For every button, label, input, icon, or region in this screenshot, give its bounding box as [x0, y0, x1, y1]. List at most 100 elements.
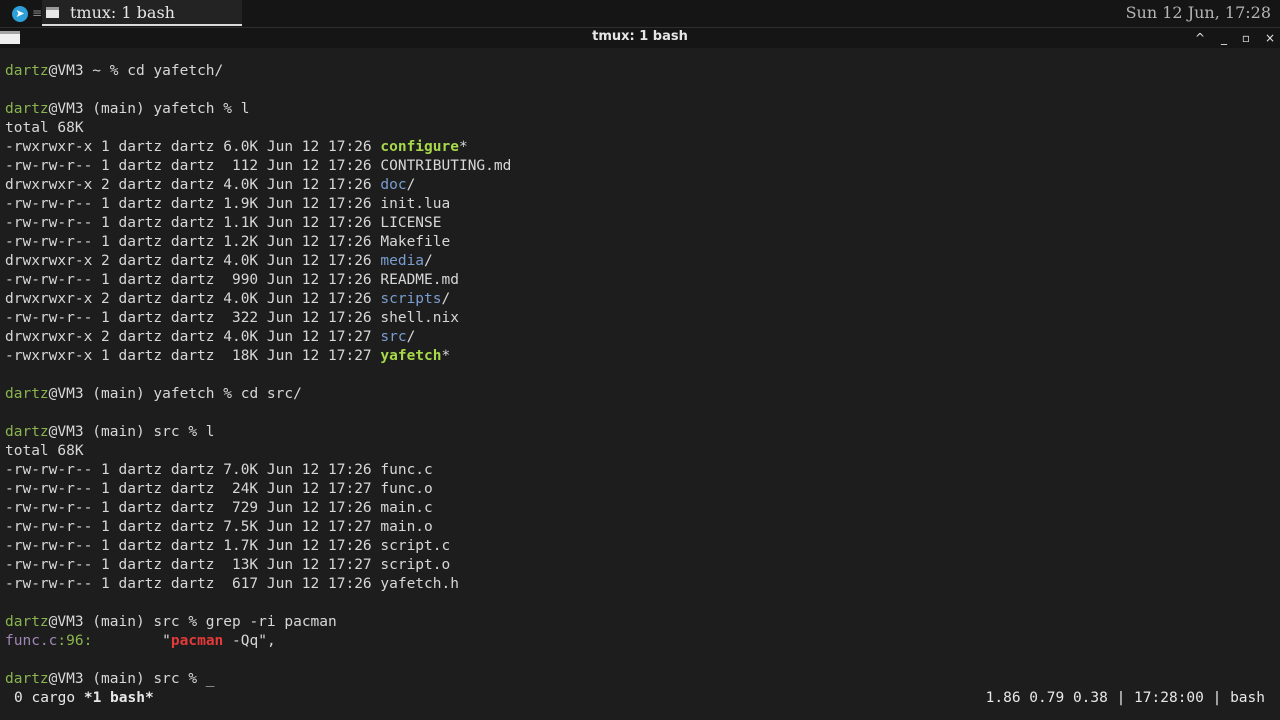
- executable-name: configure: [380, 139, 459, 155]
- directory-name: scripts: [380, 291, 442, 307]
- prompt-user: dartz: [5, 614, 49, 630]
- file-name: main.c: [380, 500, 433, 516]
- command-text: cd yafetch/: [127, 63, 224, 79]
- file-name: func.c: [380, 462, 433, 478]
- file-name: main.o: [380, 519, 433, 535]
- prompt-host: @VM3 (main) src %: [48, 424, 206, 440]
- file-meta: -rw-rw-r-- 1 dartz dartz 13K Jun 12 17:2…: [5, 557, 381, 573]
- terminal-cursor: _: [205, 671, 215, 687]
- file-meta: -rw-rw-r-- 1 dartz dartz 729 Jun 12 17:2…: [5, 500, 381, 516]
- grep-padding: [92, 633, 162, 649]
- menu-icon[interactable]: ≡: [32, 6, 42, 20]
- file-meta: -rw-rw-r-- 1 dartz dartz 322 Jun 12 17:2…: [5, 310, 381, 326]
- prompt-host: @VM3 (main) yafetch %: [48, 101, 241, 117]
- file-name: LICENSE: [380, 215, 442, 231]
- listing-row: -rw-rw-r-- 1 dartz dartz 322 Jun 12 17:2…: [5, 309, 1275, 328]
- tmux-window-active[interactable]: *1 bash*: [84, 690, 154, 706]
- maximize-button[interactable]: ▫: [1235, 28, 1257, 48]
- prompt-user: dartz: [5, 101, 49, 117]
- file-meta: -rwxrwxr-x 1 dartz dartz 6.0K Jun 12 17:…: [5, 139, 381, 155]
- prompt-user: dartz: [5, 424, 49, 440]
- file-name: yafetch.h: [380, 576, 459, 592]
- directory-name: doc: [380, 177, 407, 193]
- listing-row: -rw-rw-r-- 1 dartz dartz 112 Jun 12 17:2…: [5, 157, 1275, 176]
- listing-row: -rw-rw-r-- 1 dartz dartz 1.7K Jun 12 17:…: [5, 537, 1275, 556]
- listing-row: drwxrwxr-x 2 dartz dartz 4.0K Jun 12 17:…: [5, 290, 1275, 309]
- minimize-button[interactable]: _: [1213, 28, 1235, 48]
- listing-row: -rw-rw-r-- 1 dartz dartz 1.9K Jun 12 17:…: [5, 195, 1275, 214]
- file-meta: drwxrwxr-x 2 dartz dartz 4.0K Jun 12 17:…: [5, 177, 381, 193]
- listing-row: drwxrwxr-x 2 dartz dartz 4.0K Jun 12 17:…: [5, 252, 1275, 271]
- listing-row: -rw-rw-r-- 1 dartz dartz 7.5K Jun 12 17:…: [5, 518, 1275, 537]
- file-suffix: /: [424, 253, 433, 269]
- file-name: init.lua: [380, 196, 451, 212]
- file-name: script.o: [380, 557, 451, 573]
- grep-text-before: ": [162, 633, 171, 649]
- file-name: CONTRIBUTING.md: [380, 158, 512, 174]
- file-name: shell.nix: [380, 310, 459, 326]
- grep-match: pacman: [170, 633, 224, 649]
- directory-listing: -rw-rw-r-- 1 dartz dartz 7.0K Jun 12 17:…: [5, 461, 1275, 594]
- directory-listing: -rwxrwxr-x 1 dartz dartz 6.0K Jun 12 17:…: [5, 138, 1275, 366]
- prompt-host: @VM3 ~ %: [48, 63, 128, 79]
- file-suffix: /: [406, 329, 416, 345]
- listing-row: -rw-rw-r-- 1 dartz dartz 7.0K Jun 12 17:…: [5, 461, 1275, 480]
- prompt-line: dartz@VM3 (main) yafetch % cd src/: [5, 385, 1275, 404]
- listing-row: drwxrwxr-x 2 dartz dartz 4.0K Jun 12 17:…: [5, 328, 1275, 347]
- shade-button[interactable]: ^: [1189, 28, 1211, 48]
- listing-row: -rw-rw-r-- 1 dartz dartz 24K Jun 12 17:2…: [5, 480, 1275, 499]
- file-meta: -rw-rw-r-- 1 dartz dartz 1.1K Jun 12 17:…: [5, 215, 381, 231]
- desktop-panel: ➤ ≡ tmux: 1 bash Sun 12 Jun, 17:28: [0, 0, 1280, 27]
- total-line: total 68K: [5, 120, 84, 136]
- app-launcher-icon[interactable]: ➤: [12, 6, 28, 22]
- listing-row: -rw-rw-r-- 1 dartz dartz 990 Jun 12 17:2…: [5, 271, 1275, 290]
- panel-clock[interactable]: Sun 12 Jun, 17:28: [1126, 3, 1271, 22]
- file-suffix: *: [458, 139, 468, 155]
- taskbar-item-label: tmux: 1 bash: [70, 3, 175, 22]
- command-text: l: [240, 101, 250, 117]
- file-name: script.c: [380, 538, 451, 554]
- listing-row: -rwxrwxr-x 1 dartz dartz 6.0K Jun 12 17:…: [5, 138, 1275, 157]
- terminal-output[interactable]: dartz@VM3 ~ % cd yafetch/ dartz@VM3 (mai…: [5, 62, 1275, 689]
- tmux-window-list: 0 cargo *1 bash*: [14, 688, 154, 708]
- listing-row: -rw-rw-r-- 1 dartz dartz 729 Jun 12 17:2…: [5, 499, 1275, 518]
- command-text: grep -ri pacman: [205, 614, 337, 630]
- grep-file-name: func.c: [5, 633, 58, 649]
- file-meta: -rw-rw-r-- 1 dartz dartz 7.5K Jun 12 17:…: [5, 519, 381, 535]
- listing-row: -rwxrwxr-x 1 dartz dartz 18K Jun 12 17:2…: [5, 347, 1275, 366]
- prompt-user: dartz: [5, 671, 49, 687]
- listing-row: drwxrwxr-x 2 dartz dartz 4.0K Jun 12 17:…: [5, 176, 1275, 195]
- command-text: cd src/: [240, 386, 302, 402]
- grep-line-number: 96: [66, 633, 84, 649]
- grep-text-after: -Qq",: [223, 633, 276, 649]
- file-meta: -rw-rw-r-- 1 dartz dartz 990 Jun 12 17:2…: [5, 272, 381, 288]
- file-meta: -rw-rw-r-- 1 dartz dartz 1.9K Jun 12 17:…: [5, 196, 381, 212]
- file-suffix: /: [406, 177, 416, 193]
- listing-row: -rw-rw-r-- 1 dartz dartz 1.1K Jun 12 17:…: [5, 214, 1275, 233]
- listing-row: -rw-rw-r-- 1 dartz dartz 13K Jun 12 17:2…: [5, 556, 1275, 575]
- taskbar-item-tmux[interactable]: tmux: 1 bash: [42, 0, 242, 26]
- total-line: total 68K: [5, 443, 84, 459]
- directory-name: src: [380, 329, 407, 345]
- file-meta: drwxrwxr-x 2 dartz dartz 4.0K Jun 12 17:…: [5, 253, 381, 269]
- file-suffix: *: [441, 348, 451, 364]
- tmux-window[interactable]: 0 cargo: [14, 690, 75, 706]
- listing-row: -rw-rw-r-- 1 dartz dartz 617 Jun 12 17:2…: [5, 575, 1275, 594]
- file-name: README.md: [380, 272, 459, 288]
- prompt-host: @VM3 (main) yafetch %: [48, 386, 241, 402]
- prompt-host: @VM3 (main) src %: [48, 614, 206, 630]
- file-meta: -rw-rw-r-- 1 dartz dartz 7.0K Jun 12 17:…: [5, 462, 381, 478]
- file-meta: -rw-rw-r-- 1 dartz dartz 1.7K Jun 12 17:…: [5, 538, 381, 554]
- command-text: l: [205, 424, 215, 440]
- grep-result-line: func.c:96: "pacman -Qq",: [5, 632, 1275, 651]
- file-meta: drwxrwxr-x 2 dartz dartz 4.0K Jun 12 17:…: [5, 291, 381, 307]
- prompt-line: dartz@VM3 (main) src % _: [5, 670, 1275, 689]
- grep-separator: :: [57, 633, 67, 649]
- close-button[interactable]: ×: [1259, 28, 1280, 48]
- window-titlebar[interactable]: tmux: 1 bash ^ _ ▫ ×: [0, 27, 1280, 48]
